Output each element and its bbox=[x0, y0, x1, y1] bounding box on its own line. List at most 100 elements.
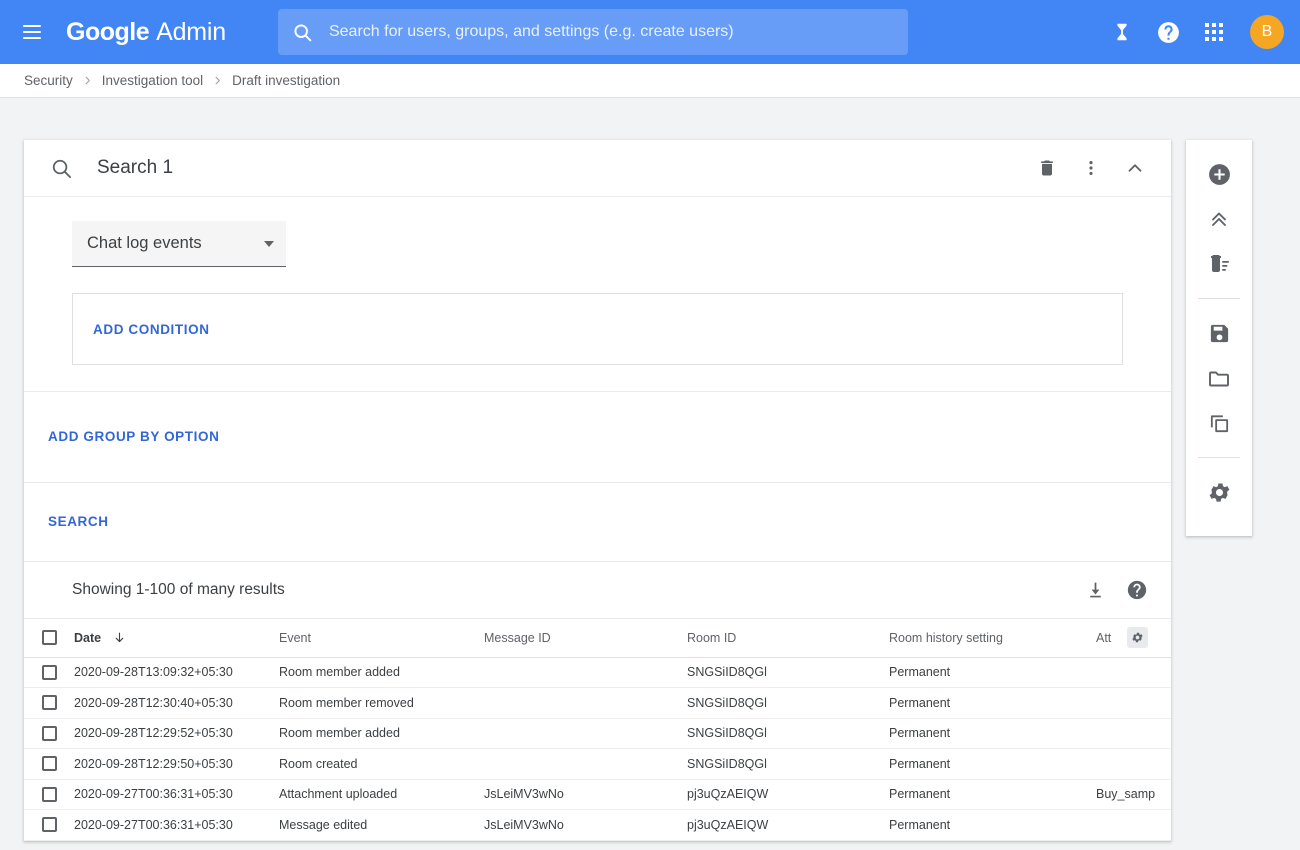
delete-sweep-icon[interactable] bbox=[1197, 242, 1241, 286]
column-header-date[interactable]: Date bbox=[74, 619, 279, 657]
cell-room-id: pj3uQzAEIQW bbox=[687, 810, 889, 841]
breadcrumb: Security Investigation tool Draft invest… bbox=[0, 64, 1300, 98]
cell-room-history: Permanent bbox=[889, 749, 1096, 780]
cell-attachment bbox=[1096, 810, 1171, 841]
row-select-cell bbox=[24, 688, 74, 719]
table-row[interactable]: 2020-09-28T12:29:50+05:30Room createdSNG… bbox=[24, 749, 1171, 780]
select-all-checkbox[interactable] bbox=[42, 630, 57, 645]
data-source-row: Chat log events bbox=[24, 197, 1171, 293]
cell-event: Room member removed bbox=[279, 688, 484, 719]
app-top-bar: Google Admin Search for users, groups, a… bbox=[0, 0, 1300, 64]
select-all-header bbox=[24, 619, 74, 657]
row-checkbox[interactable] bbox=[42, 787, 57, 802]
investigation-toolbar bbox=[1186, 140, 1252, 536]
row-select-cell bbox=[24, 779, 74, 810]
column-header-room-history-setting[interactable]: Room history setting bbox=[889, 619, 1096, 657]
search-card-actions bbox=[1027, 148, 1155, 188]
row-select-cell bbox=[24, 810, 74, 841]
cell-room-history: Permanent bbox=[889, 657, 1096, 688]
cell-message-id bbox=[484, 749, 687, 780]
copy-icon[interactable] bbox=[1197, 401, 1241, 445]
results-table-body: 2020-09-28T13:09:32+05:30Room member add… bbox=[24, 657, 1171, 840]
cell-attachment bbox=[1096, 657, 1171, 688]
delete-icon[interactable] bbox=[1027, 148, 1067, 188]
folder-open-icon[interactable] bbox=[1197, 356, 1241, 400]
brand-google-text: Google bbox=[66, 18, 149, 47]
column-header-event[interactable]: Event bbox=[279, 619, 484, 657]
breadcrumb-item-draft-investigation[interactable]: Draft investigation bbox=[232, 73, 340, 88]
row-checkbox[interactable] bbox=[42, 817, 57, 832]
cell-message-id bbox=[484, 718, 687, 749]
toolbar-divider bbox=[1198, 457, 1240, 458]
help-icon[interactable] bbox=[1148, 12, 1188, 52]
cell-event: Room member added bbox=[279, 657, 484, 688]
chevron-right-icon bbox=[212, 75, 223, 86]
help-icon[interactable] bbox=[1117, 570, 1157, 610]
collapse-all-icon[interactable] bbox=[1197, 197, 1241, 241]
table-row[interactable]: 2020-09-27T00:36:31+05:30Message editedJ… bbox=[24, 810, 1171, 841]
cell-room-id: SNGSiID8QGl bbox=[687, 718, 889, 749]
cell-event: Room created bbox=[279, 749, 484, 780]
cell-room-history: Permanent bbox=[889, 810, 1096, 841]
column-label-attachment: Att bbox=[1096, 631, 1111, 645]
avatar[interactable]: B bbox=[1250, 15, 1284, 49]
row-checkbox[interactable] bbox=[42, 756, 57, 771]
add-group-by-option-button[interactable]: ADD GROUP BY OPTION bbox=[48, 429, 219, 444]
breadcrumb-item-investigation-tool[interactable]: Investigation tool bbox=[102, 73, 203, 88]
cell-attachment bbox=[1096, 718, 1171, 749]
results-table: Date Event Message ID Room ID Room histo… bbox=[24, 619, 1171, 841]
cell-date: 2020-09-28T13:09:32+05:30 bbox=[74, 657, 279, 688]
save-icon[interactable] bbox=[1197, 311, 1241, 355]
add-circle-icon[interactable] bbox=[1197, 152, 1241, 196]
arrow-down-icon bbox=[113, 631, 126, 644]
settings-gear-icon[interactable] bbox=[1197, 470, 1241, 514]
cell-room-id: pj3uQzAEIQW bbox=[687, 779, 889, 810]
cell-attachment bbox=[1096, 688, 1171, 719]
results-table-head: Date Event Message ID Room ID Room histo… bbox=[24, 619, 1171, 657]
search-card-header: Search 1 bbox=[24, 140, 1171, 197]
cell-attachment bbox=[1096, 749, 1171, 780]
row-select-cell bbox=[24, 749, 74, 780]
search-icon bbox=[292, 22, 313, 43]
table-row[interactable]: 2020-09-28T12:29:52+05:30Room member add… bbox=[24, 718, 1171, 749]
cell-message-id bbox=[484, 688, 687, 719]
cell-room-history: Permanent bbox=[889, 779, 1096, 810]
search-button[interactable]: SEARCH bbox=[48, 514, 109, 529]
results-summary-bar: Showing 1-100 of many results bbox=[24, 562, 1171, 619]
column-header-message-id[interactable]: Message ID bbox=[484, 619, 687, 657]
cell-message-id: JsLeiMV3wNo bbox=[484, 779, 687, 810]
global-search-input[interactable]: Search for users, groups, and settings (… bbox=[278, 9, 908, 55]
hamburger-menu-icon[interactable] bbox=[8, 8, 56, 56]
cell-message-id: JsLeiMV3wNo bbox=[484, 810, 687, 841]
more-vert-icon[interactable] bbox=[1071, 148, 1111, 188]
toolbar-divider bbox=[1198, 298, 1240, 299]
row-checkbox[interactable] bbox=[42, 665, 57, 680]
table-header-row: Date Event Message ID Room ID Room histo… bbox=[24, 619, 1171, 657]
table-row[interactable]: 2020-09-27T00:36:31+05:30Attachment uplo… bbox=[24, 779, 1171, 810]
column-header-room-id[interactable]: Room ID bbox=[687, 619, 889, 657]
data-source-value: Chat log events bbox=[87, 234, 202, 253]
search-icon bbox=[50, 157, 73, 180]
row-select-cell bbox=[24, 657, 74, 688]
table-row[interactable]: 2020-09-28T13:09:32+05:30Room member add… bbox=[24, 657, 1171, 688]
cell-message-id bbox=[484, 657, 687, 688]
brand-logo[interactable]: Google Admin bbox=[66, 18, 226, 47]
breadcrumb-item-security[interactable]: Security bbox=[24, 73, 73, 88]
column-header-attachment[interactable]: Att bbox=[1096, 619, 1171, 657]
add-condition-button[interactable]: ADD CONDITION bbox=[93, 322, 210, 337]
search-card: Search 1 Chat log events bbox=[24, 140, 1171, 841]
results-actions bbox=[1075, 570, 1157, 610]
chevron-up-icon[interactable] bbox=[1115, 148, 1155, 188]
row-checkbox[interactable] bbox=[42, 695, 57, 710]
cell-room-history: Permanent bbox=[889, 718, 1096, 749]
download-icon[interactable] bbox=[1075, 570, 1115, 610]
condition-container: ADD CONDITION bbox=[72, 293, 1123, 365]
apps-grid-icon[interactable] bbox=[1194, 12, 1234, 52]
cell-room-id: SNGSiID8QGl bbox=[687, 657, 889, 688]
row-checkbox[interactable] bbox=[42, 726, 57, 741]
search-action-section: SEARCH bbox=[24, 483, 1171, 562]
data-source-select[interactable]: Chat log events bbox=[72, 221, 286, 267]
table-row[interactable]: 2020-09-28T12:30:40+05:30Room member rem… bbox=[24, 688, 1171, 719]
gear-icon[interactable] bbox=[1127, 627, 1148, 648]
hourglass-icon[interactable] bbox=[1102, 12, 1142, 52]
